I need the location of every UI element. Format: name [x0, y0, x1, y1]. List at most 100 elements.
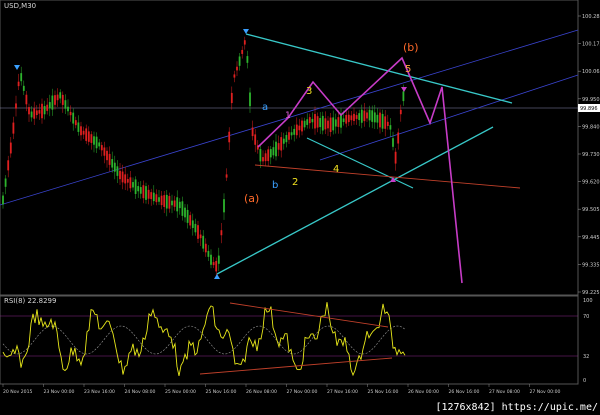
time-tick-label: 25 Nov 16:00: [368, 389, 399, 395]
candle-body: [225, 174, 228, 178]
candle-body: [72, 112, 75, 124]
candle-body: [243, 40, 246, 45]
wave-label-4: 4: [333, 164, 339, 175]
candle-body: [155, 194, 158, 203]
trading-chart: 100.285 100.175 100.065 99.950 99.840 99.730 9…: [0, 0, 600, 395]
candle-body: [321, 115, 324, 131]
candle-body: [233, 74, 236, 78]
candle-body: [342, 118, 345, 122]
candle-body: [298, 125, 301, 131]
candle-body: [191, 220, 194, 228]
price-axis: 100.285 100.175 100.065 99.950 99.840 99.730 9…: [578, 14, 600, 296]
wave-label-b: b: [272, 180, 278, 191]
candle-body: [145, 186, 147, 200]
rsi-tick-label: 70: [583, 314, 589, 320]
candle-body: [147, 189, 150, 199]
wave-label-2: 2: [292, 177, 298, 188]
candle-body: [59, 92, 62, 99]
candle-body: [215, 260, 218, 272]
candle-body: [402, 91, 405, 102]
candle-body: [366, 112, 368, 119]
candle-body: [9, 142, 12, 154]
candle-body: [329, 117, 332, 132]
candle-body: [288, 132, 290, 140]
candle-body: [181, 201, 184, 216]
candle-body: [189, 215, 192, 226]
candle-body: [389, 125, 392, 130]
candle-body: [171, 200, 173, 206]
candle-body: [15, 103, 17, 109]
candle-body: [373, 112, 376, 123]
candle-body: [132, 182, 134, 188]
candle-body: [61, 94, 64, 105]
candle-body: [327, 120, 329, 129]
candle-body: [139, 187, 142, 194]
candle-body: [379, 112, 381, 128]
candle-body: [30, 111, 33, 118]
wave-label-5: 5: [405, 64, 411, 75]
candle-body: [371, 110, 374, 122]
candle-body: [254, 134, 257, 145]
candle-body: [80, 126, 82, 136]
candle-body: [116, 166, 119, 176]
candle-body: [152, 192, 155, 202]
candle-body: [74, 120, 77, 126]
candle-body: [184, 207, 186, 218]
candle-body: [241, 49, 244, 54]
candle-body: [311, 118, 314, 123]
rsi-title: RSI(8) 22.8299: [4, 297, 57, 305]
candle-body: [4, 178, 7, 187]
candle-body: [33, 108, 36, 119]
candle-body: [267, 149, 270, 162]
candle-body: [306, 119, 309, 125]
candle-body: [386, 121, 389, 126]
candle-body: [223, 199, 225, 213]
candle-body: [85, 128, 88, 141]
price-tick-label: 100.175: [582, 42, 600, 48]
price-tick-label: 99.445: [582, 235, 600, 241]
candle-body: [360, 109, 363, 123]
wave-label-b-paren: (b): [403, 41, 419, 54]
price-tick-label: 99.950: [582, 97, 600, 103]
candle-body: [48, 102, 51, 109]
candle-body: [46, 104, 49, 111]
candle-body: [165, 194, 168, 209]
candle-body: [41, 103, 43, 119]
candle-body: [334, 119, 337, 127]
candle-body: [100, 145, 103, 151]
rsi-tick-label: 0: [583, 378, 586, 384]
candle-body: [314, 114, 316, 129]
candle-body: [345, 115, 348, 124]
candle-body: [358, 113, 361, 121]
candle-body: [210, 254, 212, 265]
candle-body: [194, 223, 197, 233]
price-tick-label: 99.225: [582, 290, 600, 296]
candle-body: [28, 107, 30, 115]
candle-body: [246, 56, 249, 63]
time-tick-label: 27 Nov 16:00: [327, 389, 358, 395]
candle-body: [293, 128, 296, 135]
watermark: [1276x842] https://upic.me/: [435, 402, 598, 413]
candle-body: [397, 132, 400, 144]
candle-body: [197, 225, 199, 239]
wave-label-a-paren: (a): [244, 192, 259, 205]
candle-body: [103, 147, 106, 156]
time-tick-label: 23 Nov 16:00: [84, 389, 115, 395]
candle-body: [199, 234, 202, 239]
candle-body: [90, 134, 93, 143]
candle-body: [337, 117, 340, 127]
candle-body: [186, 209, 189, 223]
candle-body: [392, 138, 394, 147]
candle-body: [269, 149, 272, 158]
candle-body: [228, 131, 231, 143]
candle-body: [98, 142, 101, 147]
candle-body: [324, 118, 327, 130]
price-tick-label: 99.505: [582, 207, 600, 213]
candle-body: [355, 115, 358, 119]
candle-body: [363, 110, 366, 122]
candle-body: [295, 124, 298, 136]
candle-body: [303, 120, 306, 128]
time-tick-label: 27 Nov 00:00: [530, 389, 561, 395]
rsi-axis: 100 70 32 0: [583, 298, 593, 384]
candle-body: [119, 170, 121, 180]
